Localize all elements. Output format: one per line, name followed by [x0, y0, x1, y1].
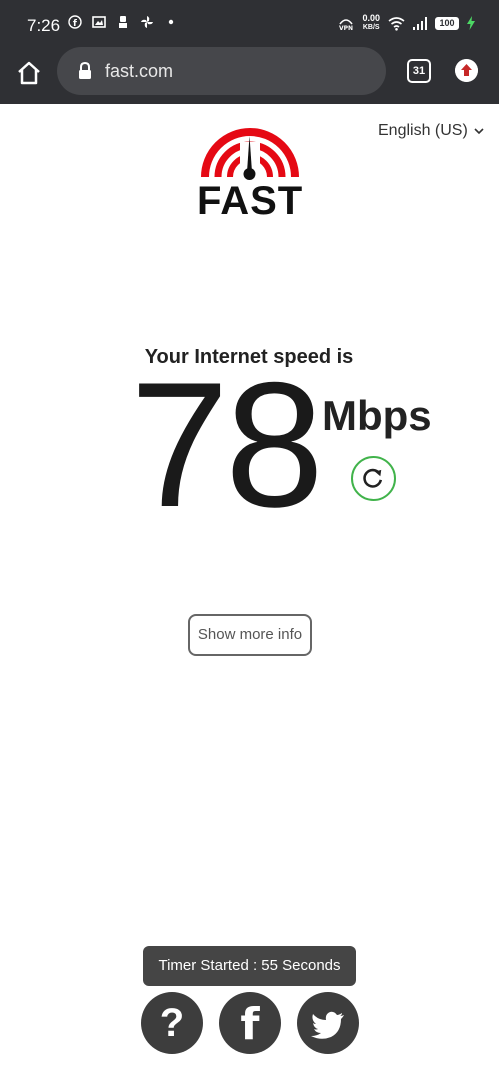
question-icon: ?	[159, 1001, 185, 1045]
svg-text:VPN: VPN	[339, 25, 353, 31]
home-icon[interactable]	[14, 58, 44, 88]
chevron-down-icon	[474, 128, 484, 135]
facebook-notification-icon: f	[68, 15, 82, 29]
gallery-notification-icon	[92, 16, 106, 28]
toast-message: Timer Started : 55 Seconds	[143, 946, 356, 986]
url-text[interactable]: fast.com	[105, 61, 173, 82]
speed-units: Mbps	[322, 392, 432, 439]
logo-text: FAST	[197, 179, 304, 223]
facebook-icon: f	[240, 999, 260, 1050]
facebook-button[interactable]: f	[219, 992, 281, 1054]
language-label: English (US)	[378, 122, 468, 139]
network-speed-value: 0.00	[362, 13, 380, 23]
status-time: 7:26	[27, 16, 61, 35]
twitter-button[interactable]	[297, 992, 359, 1054]
refresh-icon[interactable]	[351, 456, 396, 501]
browser-toolbar: fast.com 31	[0, 46, 499, 104]
lock-icon	[79, 62, 91, 79]
notification-icons: f	[68, 15, 178, 29]
fan-notification-icon	[141, 16, 153, 28]
speedometer-logo-icon	[201, 128, 299, 182]
twitter-icon	[311, 1011, 344, 1039]
network-speed: 0.00 KB/S	[362, 14, 380, 32]
show-more-info-button[interactable]: Show more info	[188, 614, 312, 656]
fast-logo: FAST	[197, 122, 303, 223]
network-speed-unit: KB/S	[362, 24, 380, 31]
system-icons: VPN 0.00 KB/S 100	[338, 14, 475, 32]
address-bar[interactable]: fast.com	[57, 47, 386, 95]
person-notification-icon	[119, 16, 127, 28]
speed-value: 78	[130, 345, 324, 544]
charging-icon	[467, 16, 475, 30]
update-icon[interactable]	[455, 59, 478, 82]
status-bar: 7:26 f VPN 0.00 KB/S 100	[0, 0, 499, 46]
wifi-icon	[388, 16, 405, 31]
help-button[interactable]: ?	[141, 992, 203, 1054]
tab-switcher-button[interactable]: 31	[407, 59, 431, 83]
language-selector[interactable]: English (US)	[378, 122, 484, 140]
signal-icon	[413, 16, 427, 30]
svg-text:f: f	[73, 19, 77, 29]
vpn-icon: VPN	[339, 19, 354, 31]
battery-icon: 100	[435, 16, 459, 30]
dot-notification-icon	[168, 19, 174, 25]
